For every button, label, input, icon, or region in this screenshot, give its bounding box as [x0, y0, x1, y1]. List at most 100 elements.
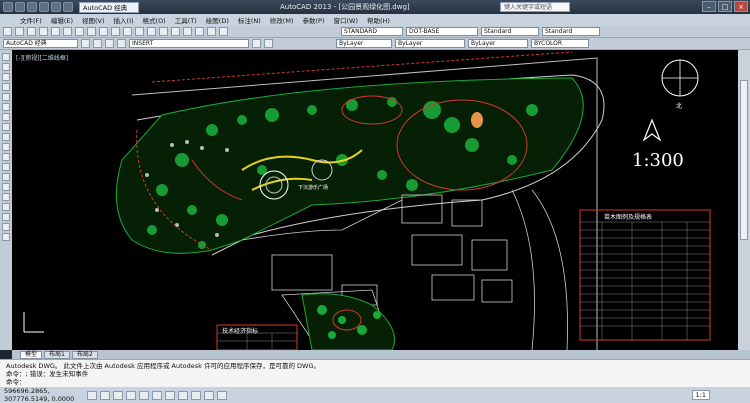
command-line[interactable]: Autodesk DWG。 此文件上次由 Autodesk 应用程序或 Auto…: [0, 359, 750, 387]
tool-palettes-icon[interactable]: [195, 27, 204, 36]
make-current-layer-icon[interactable]: [252, 39, 261, 48]
dim-style-select[interactable]: DOT-BASE: [406, 27, 478, 36]
table-style-select[interactable]: Standard: [481, 27, 539, 36]
annotation-scale[interactable]: 1:1: [691, 390, 710, 400]
linetype-select[interactable]: ByLayer: [395, 39, 465, 48]
new-icon[interactable]: [15, 2, 25, 12]
undo-icon[interactable]: [51, 2, 61, 12]
otrack-toggle[interactable]: [152, 390, 162, 400]
spline-icon[interactable]: [2, 133, 10, 141]
minimize-button[interactable]: –: [702, 1, 716, 12]
layer-select[interactable]: INSERT: [129, 39, 249, 48]
insert-block-icon[interactable]: [2, 163, 10, 171]
quick-properties-toggle[interactable]: [217, 390, 227, 400]
ellipse-icon[interactable]: [2, 143, 10, 151]
calculator-icon[interactable]: [207, 27, 216, 36]
zoom-previous-icon[interactable]: [159, 27, 168, 36]
grid-toggle[interactable]: [100, 390, 110, 400]
open-icon[interactable]: [27, 2, 37, 12]
menu-item-view[interactable]: 视图(V): [82, 15, 105, 25]
zoom-window-icon[interactable]: [147, 27, 156, 36]
menu-item-insert[interactable]: 插入(I): [114, 15, 134, 25]
layer-previous-icon[interactable]: [264, 39, 273, 48]
vertical-scrollbar[interactable]: [738, 50, 750, 350]
zoom-realtime-icon[interactable]: [135, 27, 144, 36]
workspace-combo[interactable]: AutoCAD 经典: [3, 39, 78, 48]
sun-icon[interactable]: [117, 39, 126, 48]
workspace-select[interactable]: AutoCAD 经典: [79, 1, 139, 13]
redo-icon[interactable]: [111, 27, 120, 36]
menu-item-file[interactable]: 文件(F): [20, 15, 42, 25]
drawing-canvas[interactable]: [-][俯视][二维线框] 1:300 北 下沉游乐广场 苗木图例及规格表 技术…: [12, 50, 738, 350]
osnap-toggle[interactable]: [139, 390, 149, 400]
multiline-text-icon[interactable]: [2, 233, 10, 241]
text-style-select[interactable]: STANDARD: [341, 27, 403, 36]
circle-icon[interactable]: [2, 113, 10, 121]
lineweight-select[interactable]: ByLayer: [468, 39, 528, 48]
point-icon[interactable]: [2, 183, 10, 191]
dyn-toggle[interactable]: [178, 390, 188, 400]
save-icon[interactable]: [39, 2, 49, 12]
redo-icon[interactable]: [63, 2, 73, 12]
maximize-button[interactable]: □: [718, 1, 732, 12]
pan-icon[interactable]: [123, 27, 132, 36]
cut-icon[interactable]: [51, 27, 60, 36]
save-icon[interactable]: [27, 27, 36, 36]
copy-icon[interactable]: [63, 27, 72, 36]
app-menu-icon[interactable]: [3, 2, 13, 12]
command-prompt[interactable]: 命令：: [6, 378, 744, 386]
transparency-toggle[interactable]: [204, 390, 214, 400]
table-icon[interactable]: [2, 223, 10, 231]
menu-item-format[interactable]: 格式(O): [143, 15, 166, 25]
menu-item-help[interactable]: 帮助(H): [367, 15, 390, 25]
lightbulb-icon[interactable]: [105, 39, 114, 48]
arc-icon[interactable]: [2, 103, 10, 111]
menu-item-modify[interactable]: 修改(M): [270, 15, 294, 25]
ducs-toggle[interactable]: [165, 390, 175, 400]
hatch-icon[interactable]: [2, 193, 10, 201]
multileader-style-select[interactable]: Standard: [542, 27, 600, 36]
menu-item-edit[interactable]: 编辑(E): [51, 15, 73, 25]
polyline-icon[interactable]: [2, 73, 10, 81]
help-icon[interactable]: [219, 27, 228, 36]
north-label: 北: [676, 103, 683, 110]
new-icon[interactable]: [3, 27, 12, 36]
menu-item-parametric[interactable]: 参数(P): [302, 15, 324, 25]
ortho-toggle[interactable]: [113, 390, 123, 400]
print-icon[interactable]: [39, 27, 48, 36]
scrollbar-thumb[interactable]: [740, 80, 748, 240]
polar-toggle[interactable]: [126, 390, 136, 400]
color-select[interactable]: ByLayer: [336, 39, 392, 48]
help-search-input[interactable]: 键入关键字或短语: [500, 2, 570, 12]
menu-item-draw[interactable]: 绘图(D): [206, 15, 229, 25]
plotstyle-select[interactable]: BYCOLOR: [531, 39, 589, 48]
revision-cloud-icon[interactable]: [2, 123, 10, 131]
workspace-settings-icon[interactable]: [81, 39, 90, 48]
quick-access-toolbar: AutoCAD 经典: [0, 1, 139, 13]
menu-item-window[interactable]: 窗口(W): [333, 15, 358, 25]
paste-icon[interactable]: [75, 27, 84, 36]
snap-toggle[interactable]: [87, 390, 97, 400]
gradient-icon[interactable]: [2, 203, 10, 211]
properties-icon[interactable]: [171, 27, 180, 36]
lineweight-toggle[interactable]: [191, 390, 201, 400]
tab-layout2[interactable]: 布局2: [71, 350, 98, 359]
tab-model[interactable]: 模型: [20, 350, 43, 359]
line-icon[interactable]: [2, 53, 10, 61]
construction-line-icon[interactable]: [2, 63, 10, 71]
open-icon[interactable]: [15, 27, 24, 36]
undo-icon[interactable]: [99, 27, 108, 36]
rectangle-icon[interactable]: [2, 93, 10, 101]
layer-properties-icon[interactable]: [93, 39, 102, 48]
menu-item-tools[interactable]: 工具(T): [175, 15, 197, 25]
tab-layout1[interactable]: 布局1: [44, 350, 70, 359]
polygon-icon[interactable]: [2, 83, 10, 91]
match-properties-icon[interactable]: [87, 27, 96, 36]
make-block-icon[interactable]: [2, 173, 10, 181]
menu-item-dimension[interactable]: 标注(N): [238, 15, 261, 25]
close-button[interactable]: ×: [734, 1, 748, 12]
region-icon[interactable]: [2, 213, 10, 221]
layers-toolbar: AutoCAD 经典 INSERT ByLayer ByLayer ByLaye…: [0, 38, 750, 50]
ellipse-arc-icon[interactable]: [2, 153, 10, 161]
design-center-icon[interactable]: [183, 27, 192, 36]
